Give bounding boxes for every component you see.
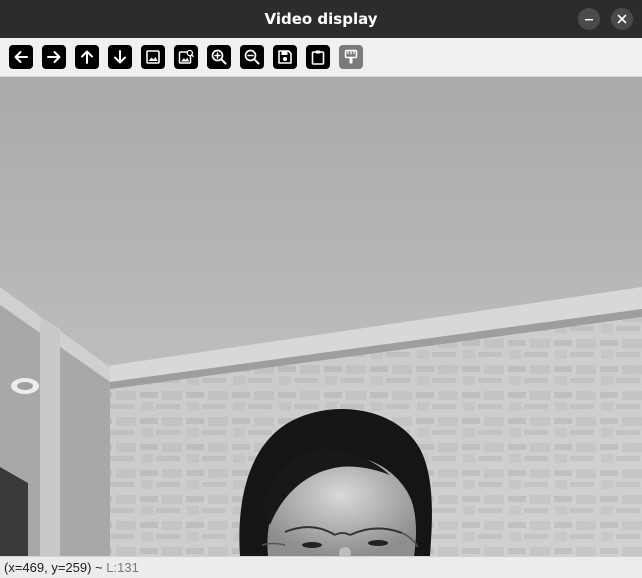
zoom-in-icon [211,49,227,65]
arrow-up-icon [81,50,93,64]
close-icon [617,14,627,24]
image-zoom-icon [178,49,194,64]
status-bar: (x=469, y=259) ~ L:131 [0,556,642,578]
zoom-fit-button[interactable] [174,45,198,69]
pan-up-button[interactable] [75,45,99,69]
zoom-in-button[interactable] [207,45,231,69]
properties-button[interactable] [339,45,363,69]
pan-left-button[interactable] [9,45,33,69]
pixel-level: L:131 [106,560,139,575]
pan-right-button[interactable] [42,45,66,69]
title-bar[interactable]: Video display [0,0,642,38]
save-icon [278,50,292,64]
arrow-left-icon [14,51,28,63]
zoom-out-icon [244,49,260,65]
arrow-right-icon [47,51,61,63]
webcam-image [0,77,642,556]
app-window: Video display (x=469, y=259) ~ L:131 [0,0,642,578]
clipboard-icon [311,50,325,65]
close-button[interactable] [611,8,633,30]
minimize-icon [585,19,593,21]
save-image-button[interactable] [273,45,297,69]
image-icon [146,50,160,64]
video-frame[interactable] [0,77,642,556]
cursor-coordinates: (x=469, y=259) ~ [4,560,107,575]
paint-brush-icon [344,49,358,64]
minimize-button[interactable] [578,8,600,30]
copy-clipboard-button[interactable] [306,45,330,69]
zoom-out-button[interactable] [240,45,264,69]
toolbar [0,38,642,77]
pan-down-button[interactable] [108,45,132,69]
window-title: Video display [264,10,378,28]
arrow-down-icon [114,50,126,64]
zoom-original-button[interactable] [141,45,165,69]
